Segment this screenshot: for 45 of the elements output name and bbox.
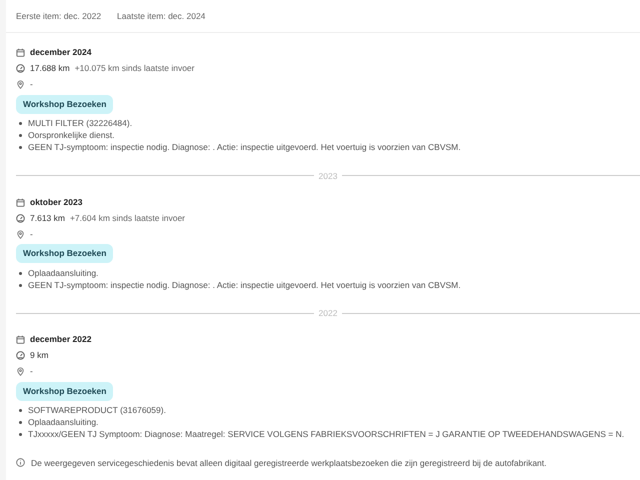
info-icon xyxy=(16,458,25,468)
bullet-icon xyxy=(19,409,22,412)
service-note: TJxxxxx/GEEN TJ Symptoom: Diagnose: Maatregel: SERVICE VOLGENS FABRIEKSVOORSCHRIFTEN = J GARANTIE OP TWEEDEHANDSWAGENS = N. xyxy=(28,428,624,441)
workshop-visit-tag: Workshop Bezoeken xyxy=(16,382,114,400)
speedometer-icon xyxy=(16,64,25,74)
location-text: - xyxy=(30,365,33,378)
entry-date: oktober 2023 xyxy=(30,196,82,209)
service-note: SOFTWAREPRODUCT (31676059). xyxy=(28,404,166,417)
location-text: - xyxy=(30,228,33,241)
mileage-text: 17.688 km xyxy=(30,62,70,76)
mileage-delta-text: +7.604 km sinds laatste invoer xyxy=(70,212,186,225)
disclaimer-text: De weergegeven servicegeschiedenis bevat alleen digitaal geregistreerde werkplaatsbezoeken die zijn geregistreerd bij de autofabrikant. xyxy=(31,456,547,470)
location-pin-icon xyxy=(16,230,25,239)
last-item-label: Laatste item: dec. 2024 xyxy=(117,10,206,23)
service-note: GEEN TJ-symptoom: inspectie nodig. Diagnose: . Actie: inspectie uitgevoerd. Het voertuig is voorzien van CBVSM. xyxy=(28,278,461,292)
location-text: - xyxy=(30,78,33,92)
year-divider-label: 2022 xyxy=(318,307,338,320)
mileage-delta-text: +10.075 km sinds laatste invoer xyxy=(74,62,194,76)
mileage-text: 9 km xyxy=(30,349,48,362)
bullet-icon xyxy=(19,122,22,125)
speedometer-icon xyxy=(16,351,25,360)
calendar-icon xyxy=(16,48,25,58)
location-pin-icon xyxy=(16,80,25,90)
bullet-icon xyxy=(19,272,22,274)
entry-date: december 2022 xyxy=(30,333,92,346)
bullet-icon xyxy=(19,146,22,149)
first-item-label: Eerste item: dec. 2022 xyxy=(16,10,102,23)
service-note: GEEN TJ-symptoom: inspectie nodig. Diagnose: . Actie: inspectie uitgevoerd. Het voertuig is voorzien van CBVSM. xyxy=(28,141,461,154)
service-note: Oorspronkelijke dienst. xyxy=(28,129,114,142)
mileage-text: 7.613 km xyxy=(30,212,65,225)
bullet-icon xyxy=(19,134,22,137)
service-note: Oplaadaansluiting. xyxy=(28,416,98,429)
workshop-visit-tag: Workshop Bezoeken xyxy=(16,244,114,263)
entry-date: december 2024 xyxy=(30,46,92,60)
service-note: Oplaadaansluiting. xyxy=(28,266,98,280)
bullet-icon xyxy=(19,433,22,436)
bullet-icon xyxy=(19,421,22,424)
calendar-icon xyxy=(16,335,25,344)
year-divider-label: 2023 xyxy=(318,170,338,182)
service-note: MULTI FILTER (32226484). xyxy=(28,117,132,130)
location-pin-icon xyxy=(16,367,25,376)
bullet-icon xyxy=(19,284,22,286)
speedometer-icon xyxy=(16,214,25,223)
calendar-icon xyxy=(16,198,25,207)
workshop-visit-tag: Workshop Bezoeken xyxy=(16,94,114,114)
